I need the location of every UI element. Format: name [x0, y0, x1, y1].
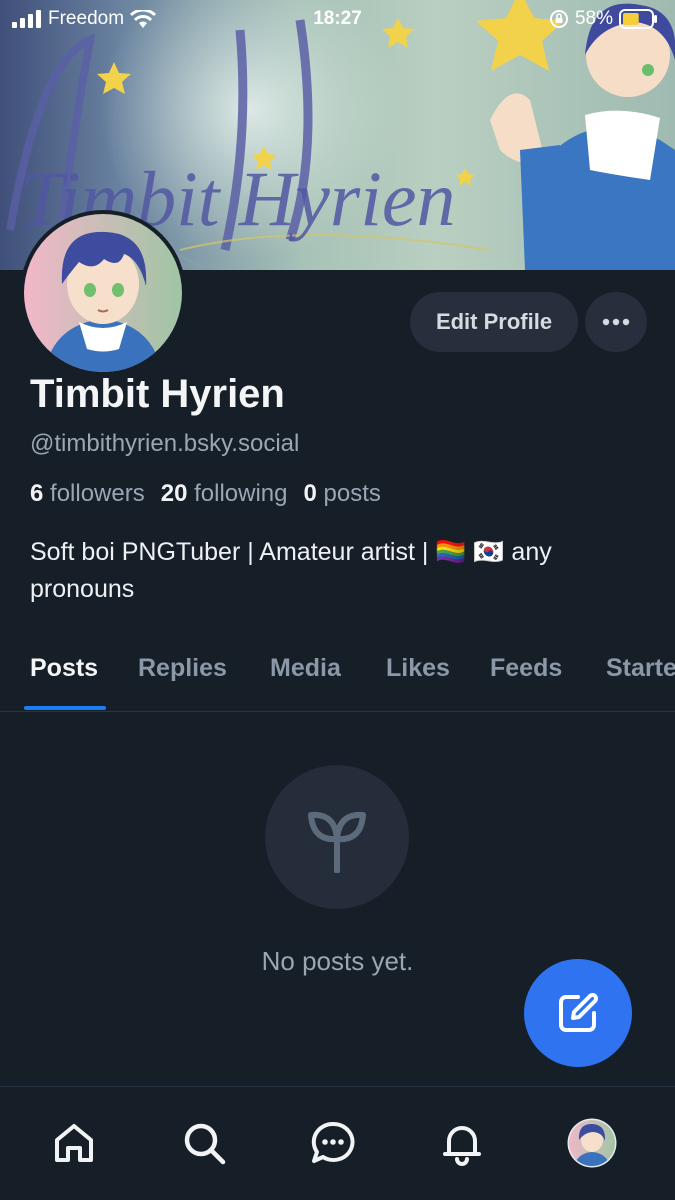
more-options-button[interactable] [585, 292, 647, 352]
avatar [567, 1118, 617, 1168]
following-link[interactable]: 20 following [161, 480, 288, 508]
following-label: following [194, 480, 288, 507]
followers-link[interactable]: 6 followers [30, 480, 145, 508]
profile-bio: Soft boi PNGTuber | Amateur artist | 🏳️‍… [30, 538, 552, 603]
profile-avatar[interactable] [20, 210, 186, 376]
following-count: 20 [160, 480, 188, 507]
home-icon [55, 1124, 93, 1162]
tab-feeds[interactable]: Feeds [490, 654, 562, 683]
tab-replies[interactable]: Replies [138, 654, 227, 683]
profile-tabs: Posts Replies Media Likes Feeds Starte [0, 640, 675, 712]
battery-percent: 58% [574, 8, 613, 29]
display-name: Timbit Hyrien [30, 372, 285, 416]
sprout-icon [308, 811, 366, 873]
chat-icon [311, 1121, 355, 1163]
nav-notifications[interactable] [432, 1113, 492, 1173]
tab-starter-packs[interactable]: Starte [606, 654, 675, 683]
status-bar: Freedom 18:27 58% [0, 0, 675, 38]
edit-profile-button[interactable]: Edit Profile [410, 292, 578, 352]
profile-stats: 6 followers 20 following 0 posts [30, 480, 381, 508]
tab-posts[interactable]: Posts [30, 654, 98, 683]
nav-profile[interactable] [562, 1113, 622, 1173]
tab-likes[interactable]: Likes [386, 654, 450, 683]
active-tab-indicator [24, 706, 106, 710]
posts-stat: 0 posts [304, 480, 381, 508]
empty-state-badge [265, 765, 409, 909]
battery-icon [619, 9, 657, 29]
search-icon [184, 1123, 226, 1165]
bottom-navigation [0, 1086, 675, 1200]
orientation-lock-icon [549, 10, 568, 28]
ellipsis-icon [602, 318, 630, 326]
bell-icon [443, 1126, 481, 1166]
followers-label: followers [50, 480, 145, 507]
avatar-image [24, 214, 182, 372]
nav-home[interactable] [44, 1113, 104, 1173]
tab-media[interactable]: Media [270, 654, 341, 683]
compose-icon [559, 993, 598, 1032]
posts-count: 0 [303, 480, 317, 507]
nav-search[interactable] [174, 1113, 234, 1173]
followers-count: 6 [30, 480, 44, 507]
nav-chat[interactable] [303, 1113, 363, 1173]
posts-label: posts [323, 480, 381, 507]
compose-post-button[interactable] [524, 959, 632, 1067]
profile-handle: @timbithyrien.bsky.social [30, 430, 300, 457]
